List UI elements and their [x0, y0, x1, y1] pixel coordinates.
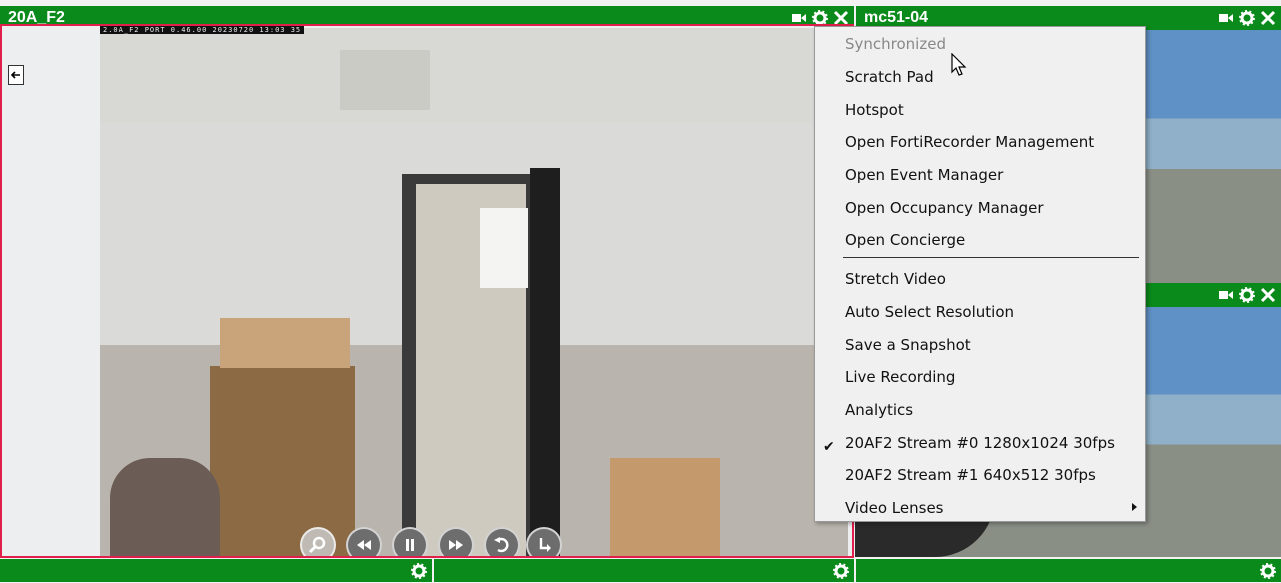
mouse-cursor-icon [951, 53, 967, 76]
menu-item-scratch-pad[interactable]: Scratch Pad [845, 65, 934, 89]
menu-item-synchronized[interactable]: Synchronized [845, 32, 946, 56]
pause-icon [406, 539, 414, 551]
replay-button[interactable] [484, 527, 520, 556]
shelf [210, 366, 355, 556]
menu-item-save-snapshot[interactable]: Save a Snapshot [845, 333, 971, 357]
rewind-button[interactable] [346, 527, 382, 556]
menu-item-video-lenses[interactable]: Video Lenses [845, 496, 943, 520]
menu-item-auto-select-resolution[interactable]: Auto Select Resolution [845, 300, 1014, 324]
pause-button[interactable] [392, 527, 428, 556]
step-icon [539, 538, 551, 552]
video-overlay-text: 2.0A_F2 PORT 0.46.00 20230720 13:03 35 [100, 26, 305, 34]
menu-item-open-fortirecorder-management[interactable]: Open FortiRecorder Management [845, 130, 1094, 154]
menu-item-open-event-manager[interactable]: Open Event Manager [845, 163, 1003, 187]
menu-item-stream-1[interactable]: 20AF2 Stream #1 640x512 30fps [845, 463, 1096, 487]
menu-item-stream-0[interactable]: 20AF2 Stream #0 1280x1024 30fps [845, 431, 1115, 455]
step-button[interactable] [526, 527, 562, 556]
video-frame [100, 28, 848, 556]
menu-item-analytics[interactable]: Analytics [845, 398, 913, 422]
replay-icon [494, 537, 509, 553]
bottom-center-panel-titlebar [434, 559, 854, 582]
menu-item-hotspot[interactable]: Hotspot [845, 98, 904, 122]
gear-icon[interactable] [1238, 286, 1256, 304]
menu-separator [843, 257, 1139, 258]
person [110, 458, 220, 556]
checkmark-icon: ✔ [823, 439, 835, 455]
close-icon[interactable] [1259, 9, 1277, 27]
rewind-icon [357, 540, 371, 550]
video-camera-icon[interactable] [1217, 286, 1235, 304]
gear-icon[interactable] [410, 562, 428, 580]
close-icon[interactable] [1259, 286, 1277, 304]
fast-forward-button[interactable] [438, 527, 474, 556]
window [480, 208, 528, 288]
zoom-icon [308, 536, 326, 554]
boxes [610, 458, 720, 556]
menu-item-live-recording[interactable]: Live Recording [845, 365, 955, 389]
door [530, 168, 560, 556]
ceiling-vent [340, 50, 430, 110]
submenu-arrow-icon [1132, 503, 1137, 511]
gear-icon[interactable] [832, 562, 850, 580]
bottom-right-panel-titlebar [856, 559, 1281, 582]
back-arrow-icon[interactable] [8, 65, 24, 85]
bottom-left-panel-titlebar [0, 559, 432, 582]
gear-icon[interactable] [1238, 9, 1256, 27]
video-camera-icon[interactable] [1217, 9, 1235, 27]
menu-item-open-concierge[interactable]: Open Concierge [845, 228, 965, 252]
menu-item-open-occupancy-manager[interactable]: Open Occupancy Manager [845, 196, 1044, 220]
context-menu: Synchronized Scratch Pad Hotspot Open Fo… [814, 26, 1146, 522]
main-video-panel[interactable]: 2.0A_F2 PORT 0.46.00 20230720 13:03 35 [0, 24, 854, 558]
gear-icon[interactable] [1259, 562, 1277, 580]
zoom-button[interactable] [300, 527, 336, 556]
boxes [220, 318, 350, 368]
menu-item-stretch-video[interactable]: Stretch Video [845, 267, 946, 291]
fast-forward-icon [449, 540, 463, 550]
